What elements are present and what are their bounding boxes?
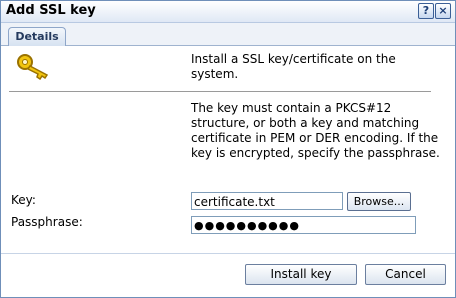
close-icon[interactable]: × [435,3,451,19]
details-panel: Install a SSL key/certificate on the sys… [1,46,455,251]
dialog-footer: Install key Cancel [1,253,455,298]
intro-text: Install a SSL key/certificate on the sys… [191,52,396,81]
dialog-title: Add SSL key [6,3,96,18]
description-text: The key must contain a PKCS#12 structure… [191,101,440,160]
tab-details[interactable]: Details [8,27,66,46]
passphrase-input[interactable]: ●●●●●●●●●● [191,216,416,234]
key-input[interactable]: certificate.txt [191,192,343,210]
add-ssl-key-dialog: Add SSL key ? × Details Install a SSL ke… [0,0,456,298]
dialog-titlebar: Add SSL key ? × [1,1,455,23]
key-icon [17,54,49,80]
passphrase-label: Passphrase: [11,215,83,229]
browse-button[interactable]: Browse... [347,192,411,211]
cancel-button[interactable]: Cancel [365,264,446,285]
key-label: Key: [11,193,36,207]
install-key-button[interactable]: Install key [245,264,357,285]
section-divider [9,91,431,93]
tab-strip: Details [1,23,455,46]
help-icon[interactable]: ? [418,3,434,19]
